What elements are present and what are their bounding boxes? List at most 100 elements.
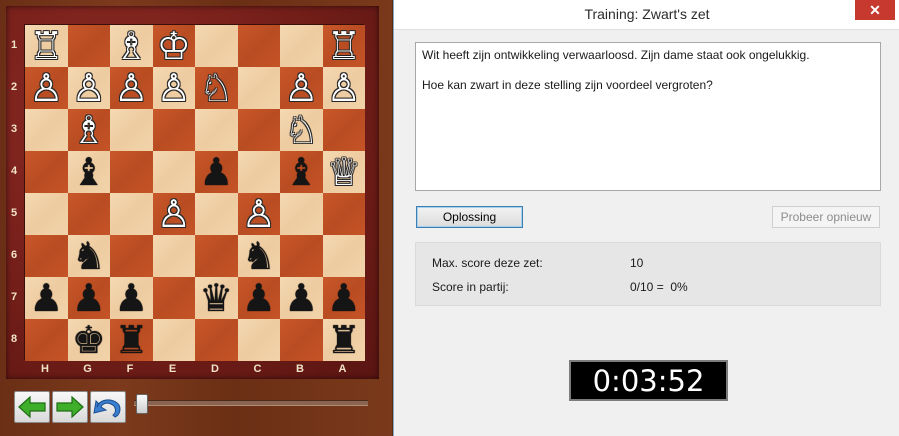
board-square[interactable]: [110, 151, 153, 193]
board-square[interactable]: ♝: [280, 151, 323, 193]
chess-piece[interactable]: ♙: [114, 69, 148, 107]
chess-piece[interactable]: ♟: [242, 279, 276, 317]
board-square[interactable]: ♙: [152, 193, 195, 235]
solution-button[interactable]: Oplossing: [416, 206, 523, 228]
board-square[interactable]: [237, 151, 280, 193]
chess-piece[interactable]: ♟: [199, 153, 233, 191]
board-square[interactable]: ♙: [25, 67, 68, 109]
chess-piece[interactable]: ♔: [157, 27, 191, 65]
board-square[interactable]: ♘: [195, 67, 238, 109]
chess-piece[interactable]: ♗: [72, 111, 106, 149]
chess-piece[interactable]: ♘: [199, 69, 233, 107]
board-square[interactable]: ♜: [322, 319, 365, 361]
board-square[interactable]: [67, 25, 110, 67]
board-square[interactable]: ♟: [25, 277, 68, 319]
chess-piece[interactable]: ♙: [72, 69, 106, 107]
close-button[interactable]: ✕: [855, 0, 895, 20]
board-square[interactable]: [195, 319, 238, 361]
board-square[interactable]: [110, 193, 153, 235]
board-square[interactable]: [152, 151, 195, 193]
chess-piece[interactable]: ♜: [327, 321, 361, 359]
board-square[interactable]: ♙: [322, 67, 365, 109]
board-square[interactable]: [237, 67, 280, 109]
board-square[interactable]: [195, 235, 238, 277]
chess-piece[interactable]: ♝: [284, 153, 318, 191]
chess-piece[interactable]: ♟: [29, 279, 63, 317]
board-square[interactable]: [152, 319, 195, 361]
board-square[interactable]: ♟: [280, 277, 323, 319]
board-square[interactable]: [25, 193, 68, 235]
chess-piece[interactable]: ♙: [242, 195, 276, 233]
board-square[interactable]: ♞: [67, 235, 110, 277]
forward-button[interactable]: [52, 391, 88, 423]
board-square[interactable]: [25, 151, 68, 193]
board-square[interactable]: ♕: [322, 151, 365, 193]
board-square[interactable]: ♟: [237, 277, 280, 319]
board-square[interactable]: ♚: [67, 319, 110, 361]
board-square[interactable]: ♟: [67, 277, 110, 319]
chess-piece[interactable]: ♙: [327, 69, 361, 107]
board-square[interactable]: ♗: [67, 109, 110, 151]
board-square[interactable]: ♙: [237, 193, 280, 235]
board-square[interactable]: ♝: [67, 151, 110, 193]
board-square[interactable]: ♟: [110, 277, 153, 319]
chess-piece[interactable]: ♞: [72, 237, 106, 275]
chess-piece[interactable]: ♞: [242, 237, 276, 275]
board-square[interactable]: ♛: [195, 277, 238, 319]
board-square[interactable]: ♟: [322, 277, 365, 319]
board-square[interactable]: [25, 319, 68, 361]
board-square[interactable]: [110, 235, 153, 277]
chess-piece[interactable]: ♙: [284, 69, 318, 107]
board-square[interactable]: ♙: [280, 67, 323, 109]
board-square[interactable]: [280, 25, 323, 67]
board-square[interactable]: ♖: [25, 25, 68, 67]
chess-piece[interactable]: ♙: [157, 69, 191, 107]
board-square[interactable]: [25, 235, 68, 277]
chess-piece[interactable]: ♟: [327, 279, 361, 317]
board-square[interactable]: [322, 193, 365, 235]
chess-piece[interactable]: ♕: [327, 153, 361, 191]
board-square[interactable]: [110, 109, 153, 151]
chess-piece[interactable]: ♜: [114, 321, 148, 359]
chess-piece[interactable]: ♖: [327, 27, 361, 65]
board-square[interactable]: [280, 319, 323, 361]
board-square[interactable]: [195, 193, 238, 235]
board-square[interactable]: [322, 109, 365, 151]
board-square[interactable]: [280, 193, 323, 235]
chess-piece[interactable]: ♚: [72, 321, 106, 359]
board-square[interactable]: [152, 277, 195, 319]
back-button[interactable]: [14, 391, 50, 423]
chess-piece[interactable]: ♖: [29, 27, 63, 65]
board-square[interactable]: [67, 193, 110, 235]
board-square[interactable]: ♜: [110, 319, 153, 361]
board-square[interactable]: [237, 319, 280, 361]
board-square[interactable]: [322, 235, 365, 277]
chess-piece[interactable]: ♛: [199, 279, 233, 317]
chess-piece[interactable]: ♙: [157, 195, 191, 233]
board-square[interactable]: [25, 109, 68, 151]
chess-piece[interactable]: ♟: [72, 279, 106, 317]
chess-piece[interactable]: ♝: [72, 153, 106, 191]
undo-button[interactable]: [90, 391, 126, 423]
chess-piece[interactable]: ♗: [114, 27, 148, 65]
board-square[interactable]: [280, 235, 323, 277]
board-square[interactable]: [237, 109, 280, 151]
retry-button[interactable]: Probeer opnieuw: [772, 206, 880, 228]
board-square[interactable]: ♙: [67, 67, 110, 109]
chess-board[interactable]: ♖ ♗ ♔ ♖ ♙ ♙ ♙ ♙ ♘ ♙ ♙ ♗ ♘ ♝ ♟ ♝ ♕ ♙ ♙ ♞ ♞ ♟ ♟ ♟ ♛ ♟ ♟ ♟ ♚ ♜ ♜: [24, 24, 365, 361]
board-square[interactable]: ♙: [110, 67, 153, 109]
board-square[interactable]: ♗: [110, 25, 153, 67]
board-square[interactable]: ♟: [195, 151, 238, 193]
board-square[interactable]: [152, 235, 195, 277]
board-square[interactable]: ♙: [152, 67, 195, 109]
chess-piece[interactable]: ♟: [284, 279, 318, 317]
board-square[interactable]: ♖: [322, 25, 365, 67]
chess-piece[interactable]: ♙: [29, 69, 63, 107]
board-square[interactable]: [195, 25, 238, 67]
board-square[interactable]: ♞: [237, 235, 280, 277]
move-slider-thumb[interactable]: [136, 394, 148, 414]
board-square[interactable]: ♘: [280, 109, 323, 151]
move-slider-track[interactable]: [134, 400, 368, 406]
board-square[interactable]: [195, 109, 238, 151]
board-square[interactable]: ♔: [152, 25, 195, 67]
